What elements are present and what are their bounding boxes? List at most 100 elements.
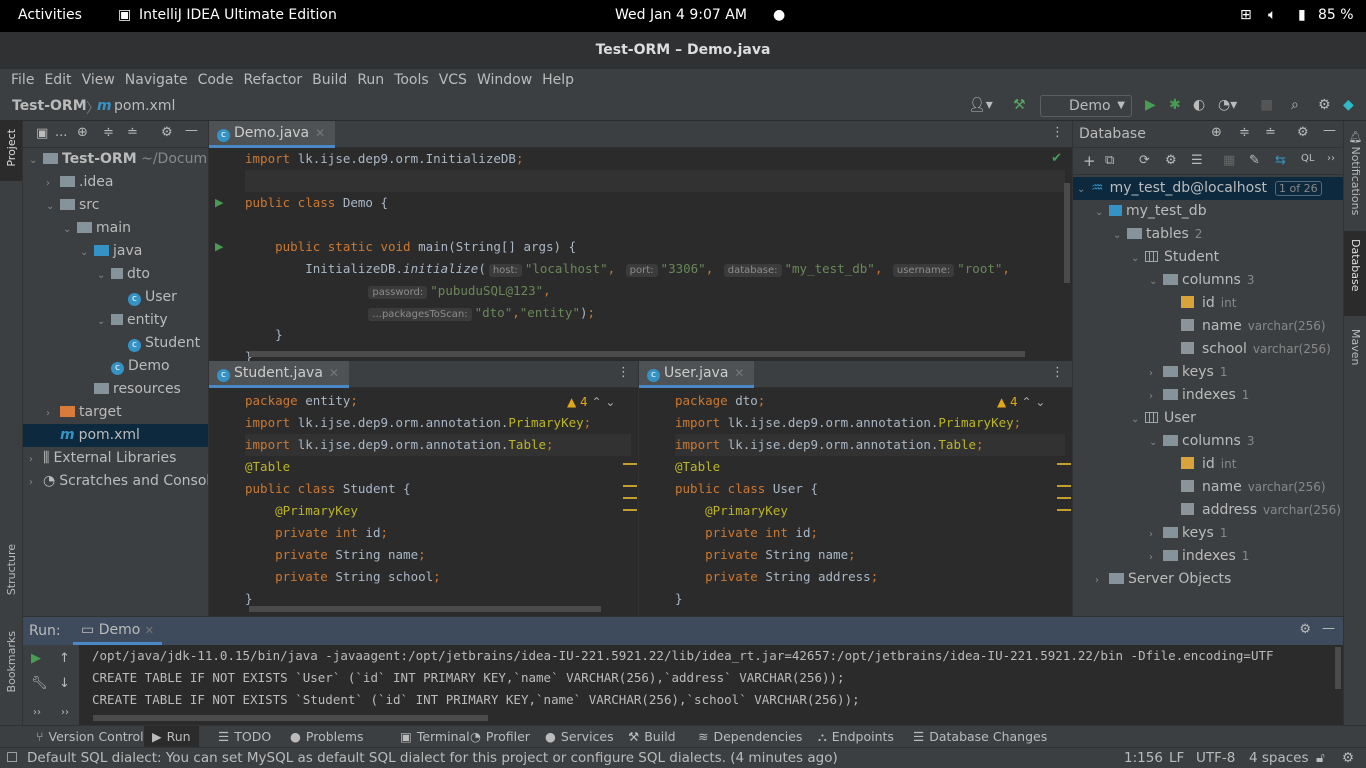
battery-icon[interactable]: ▮: [1298, 7, 1306, 23]
notifications-tool-button[interactable]: 🔔︎ Notifications: [1349, 129, 1362, 215]
chevron-down-icon[interactable]: ⌄: [97, 310, 111, 333]
code-line[interactable]: package dto;: [675, 390, 1065, 412]
tool-window-terminal[interactable]: ▣ Terminal: [400, 729, 470, 744]
code-line[interactable]: }: [245, 324, 1065, 346]
volume-icon[interactable]: 🔈︎: [1268, 7, 1276, 23]
tree-item-user[interactable]: c User: [23, 286, 208, 309]
tree-item-external-libraries[interactable]: › ⫼ External Libraries: [23, 447, 208, 470]
chevron-down-icon[interactable]: ⌄: [1113, 224, 1127, 247]
tree-item-tables[interactable]: ⌄ tables 2: [1073, 223, 1343, 246]
run-gutter-icon[interactable]: ▶: [215, 240, 223, 253]
chevron-down-icon[interactable]: ⌄: [1077, 178, 1091, 201]
code-line[interactable]: public class User {: [675, 478, 1065, 500]
chevron-right-icon[interactable]: ›: [1149, 523, 1163, 546]
coverage-icon[interactable]: ◐: [1193, 97, 1205, 113]
menu-help[interactable]: Help: [537, 69, 579, 92]
file-encoding[interactable]: UTF-8: [1196, 750, 1235, 766]
code-line[interactable]: @PrimaryKey: [245, 500, 631, 522]
code-line[interactable]: [245, 170, 1065, 192]
more-icon[interactable]: ⋮: [1051, 125, 1064, 140]
tree-item-user[interactable]: ⌄ User: [1073, 407, 1343, 430]
code-line[interactable]: private String school;: [245, 566, 631, 588]
run-tab-demo[interactable]: ▭ Demo ✕: [73, 617, 162, 645]
vertical-scrollbar[interactable]: [1064, 183, 1070, 283]
project-view-icon[interactable]: ▣: [36, 126, 48, 141]
tree-item-id[interactable]: id int: [1073, 453, 1343, 476]
tree-item-name[interactable]: name varchar(256): [1073, 315, 1343, 338]
code-line[interactable]: private String name;: [675, 544, 1065, 566]
code-line[interactable]: private String name;: [245, 544, 631, 566]
expand-all-icon[interactable]: ≑: [103, 125, 114, 140]
collapse-all-icon[interactable]: ≐: [127, 125, 138, 140]
chevron-down-icon[interactable]: ⌄: [46, 195, 60, 218]
chevron-right-icon[interactable]: ›: [46, 172, 60, 195]
indent-setting[interactable]: 4 spaces: [1249, 750, 1309, 766]
more-icon[interactable]: ››: [61, 707, 69, 718]
caret-position[interactable]: 1:156: [1124, 750, 1163, 766]
tab-student-java[interactable]: c Student.java ✕: [209, 361, 349, 388]
tree-item-indexes[interactable]: › indexes 1: [1073, 545, 1343, 568]
chevron-down-icon[interactable]: ⌄: [1095, 201, 1109, 224]
tree-item-keys[interactable]: › keys 1: [1073, 361, 1343, 384]
chevron-right-icon[interactable]: ›: [29, 471, 43, 494]
breadcrumb-file[interactable]: pom.xml: [114, 98, 175, 114]
tree-item-name[interactable]: name varchar(256): [1073, 476, 1343, 499]
tree-item-main[interactable]: ⌄ main: [23, 217, 208, 240]
tool-window-database-changes[interactable]: ☰ Database Changes: [913, 729, 1047, 744]
tab-user-java[interactable]: c User.java ✕: [639, 361, 755, 388]
gear-icon[interactable]: ⚙: [161, 125, 173, 140]
vertical-scrollbar[interactable]: [1335, 647, 1341, 689]
chevron-down-icon[interactable]: ⌄: [1149, 431, 1163, 454]
tool-window-build[interactable]: ⚒ Build: [628, 729, 676, 744]
tree-item-target[interactable]: › target: [23, 401, 208, 424]
tool-window-services[interactable]: ● Services: [545, 729, 614, 744]
chevron-right-icon[interactable]: ›: [1149, 385, 1163, 408]
project-view-select[interactable]: ...: [55, 125, 67, 140]
hide-icon[interactable]: —: [1323, 123, 1336, 138]
up-icon[interactable]: ↑: [59, 651, 70, 666]
code-line[interactable]: import lk.ijse.dep9.orm.annotation.Prima…: [245, 412, 631, 434]
tree-item-src[interactable]: ⌄ src: [23, 194, 208, 217]
tree-item-id[interactable]: id int: [1073, 292, 1343, 315]
code-line[interactable]: private String address;: [675, 566, 1065, 588]
breadcrumb-project[interactable]: Test-ORM: [12, 98, 87, 114]
tree-item-my-test-db-localhost[interactable]: ⌄ ♒︎ my_test_db@localhost 1 of 26: [1073, 177, 1343, 200]
code-line[interactable]: public class Student {: [245, 478, 631, 500]
tree-item-columns[interactable]: ⌄ columns 3: [1073, 269, 1343, 292]
wrench-icon[interactable]: 🔧︎: [31, 676, 48, 691]
vcs-user-icon[interactable]: 👤︎▾: [968, 97, 993, 113]
disconnect-icon[interactable]: ☰: [1191, 153, 1203, 168]
tree-item-server-objects[interactable]: › Server Objects: [1073, 568, 1343, 591]
chevron-right-icon[interactable]: ›: [46, 402, 60, 425]
down-icon[interactable]: ↓: [59, 676, 70, 691]
tree-item-pom-xml[interactable]: m pom.xml: [23, 424, 208, 447]
tool-window-profiler[interactable]: ◔ Profiler: [470, 729, 530, 744]
tree-item-school[interactable]: school varchar(256): [1073, 338, 1343, 361]
chevron-down-icon[interactable]: ⌄: [63, 218, 77, 241]
code-line[interactable]: import lk.ijse.dep9.orm.annotation.Table…: [675, 434, 1065, 456]
clock[interactable]: Wed Jan 4 9:07 AM: [615, 7, 747, 23]
sql-console-icon[interactable]: QL: [1301, 153, 1314, 164]
more-icon[interactable]: ⋮: [1051, 365, 1064, 380]
tool-window-version-control[interactable]: ⑂ Version Control: [36, 729, 144, 744]
code-line[interactable]: @Table: [245, 456, 631, 478]
chevron-right-icon[interactable]: ›: [29, 448, 43, 471]
code-line[interactable]: ...packagesToScan: "dto","entity");: [245, 302, 1065, 324]
tree-item-my-test-db[interactable]: ⌄ my_test_db: [1073, 200, 1343, 223]
hide-icon[interactable]: —: [1322, 621, 1335, 636]
horizontal-scrollbar[interactable]: [249, 351, 1025, 357]
run-icon[interactable]: ▶: [1145, 97, 1156, 113]
more-icon[interactable]: ››: [33, 707, 41, 718]
tab-demo-java[interactable]: c Demo.java ✕: [209, 121, 336, 148]
chevron-right-icon[interactable]: ›: [1095, 569, 1109, 592]
menu-run[interactable]: Run: [352, 69, 389, 92]
chevron-down-icon[interactable]: ⌄: [1131, 408, 1145, 431]
horizontal-scrollbar[interactable]: [249, 606, 601, 612]
chevron-down-icon[interactable]: ⌄: [80, 241, 94, 264]
menu-vcs[interactable]: VCS: [434, 69, 472, 92]
chevron-down-icon[interactable]: ⌄: [97, 264, 111, 287]
activities-button[interactable]: Activities: [18, 7, 82, 23]
tree-item-student[interactable]: ⌄ Student: [1073, 246, 1343, 269]
tool-window-run[interactable]: ▶ Run: [144, 726, 199, 748]
copy-icon[interactable]: ⧉: [1105, 153, 1114, 168]
